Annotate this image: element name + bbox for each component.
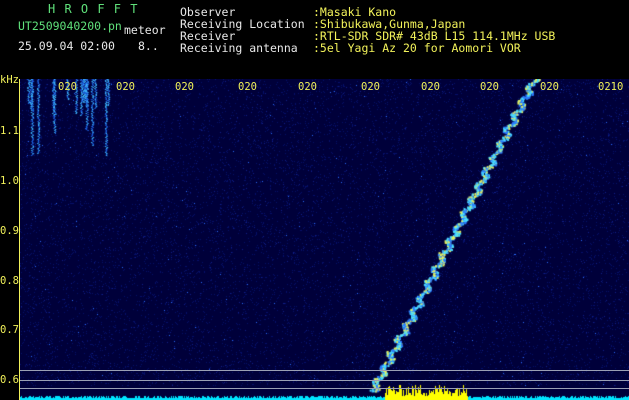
frequency-axis-line — [19, 79, 20, 400]
antenna-label: Receiving antenna — [180, 41, 298, 55]
datetime-label: 25.09.04 02:00 — [18, 39, 115, 53]
x-tick-8: 020 — [480, 81, 499, 93]
hrofft-window: { "header": { "app_title": "H R O F F T"… — [0, 0, 629, 400]
x-tick-5: 020 — [298, 81, 317, 93]
y-tick-3: 0.9 — [0, 225, 19, 237]
antenna-value: :5el Yagi Az 20 for Aomori VOR — [313, 41, 521, 55]
reference-line-2 — [20, 380, 629, 381]
x-tick-4: 020 — [238, 81, 257, 93]
app-title: H R O F F T — [48, 2, 139, 16]
reference-line-1 — [20, 370, 629, 371]
y-tick-2: 1.0 — [0, 175, 19, 187]
x-tick-7: 020 — [421, 81, 440, 93]
reference-line-3 — [20, 388, 629, 389]
x-tick-2: 020 — [116, 81, 135, 93]
count-label: 8.. — [138, 39, 159, 53]
y-tick-1: 1.1 — [0, 125, 19, 137]
x-tick-3: 020 — [175, 81, 194, 93]
x-tick-1: 020 — [58, 81, 77, 93]
y-tick-4: 0.8 — [0, 275, 19, 287]
x-tick-10: 0210 — [598, 81, 624, 93]
filename-label: UT2509040200.pn — [18, 19, 122, 33]
y-tick-6: 0.6 — [0, 374, 19, 386]
x-tick-6: 020 — [361, 81, 380, 93]
unit-label: kHz — [0, 74, 19, 86]
x-tick-9: 020 — [540, 81, 559, 93]
spectrogram-canvas — [20, 79, 629, 400]
y-tick-5: 0.7 — [0, 324, 19, 336]
mode-label: meteor — [124, 23, 166, 37]
